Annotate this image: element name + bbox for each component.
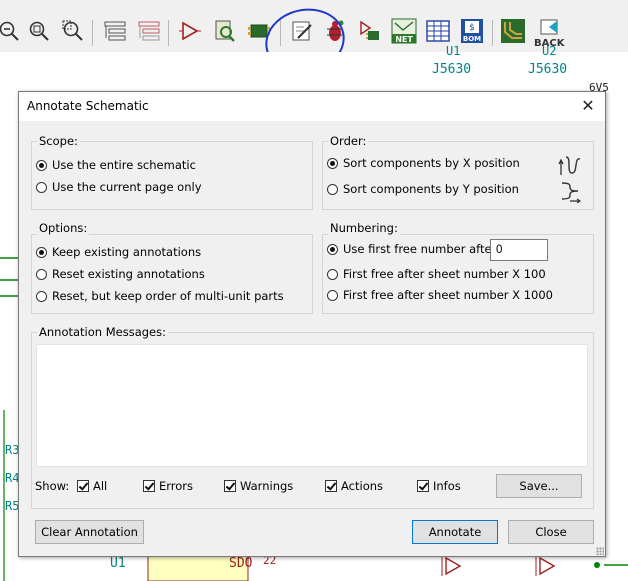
- checkbox-indicator: [77, 480, 89, 492]
- scope-current-page-label: Use the current page only: [52, 180, 202, 194]
- filter-warnings-label: Warnings: [240, 479, 294, 493]
- scope-entire-radio[interactable]: Use the entire schematic: [36, 158, 196, 172]
- filter-all-label: All: [93, 479, 108, 493]
- show-label: Show:: [35, 479, 70, 493]
- checkbox-indicator: [417, 480, 429, 492]
- checkbox-indicator: [224, 480, 236, 492]
- reset-keep-order-label: Reset, but keep order of multi-unit part…: [52, 289, 284, 303]
- start-number-input[interactable]: [490, 239, 548, 261]
- sort-by-x-label: Sort components by X position: [343, 156, 520, 170]
- messages-label: Annotation Messages:: [37, 325, 168, 339]
- annotate-dialog: Annotate Schematic ✕ Scope: Use the enti…: [18, 91, 606, 557]
- radio-indicator: [327, 157, 338, 169]
- filter-actions-label: Actions: [341, 479, 384, 493]
- sheet-x100-radio[interactable]: First free after sheet number X 100: [327, 267, 546, 281]
- filter-warnings-checkbox[interactable]: Warnings: [224, 479, 293, 493]
- order-label: Order:: [328, 134, 369, 148]
- ref-u1-bottom: U1: [110, 556, 126, 571]
- radio-indicator: [327, 268, 338, 280]
- sheet-x100-label: First free after sheet number X 100: [343, 267, 546, 281]
- clear-annotation-button[interactable]: Clear Annotation: [35, 520, 144, 544]
- sort-by-y-label: Sort components by Y position: [343, 182, 519, 196]
- radio-indicator: [36, 181, 47, 193]
- filter-errors-checkbox[interactable]: Errors: [143, 479, 193, 493]
- sort-by-y-radio[interactable]: Sort components by Y position: [327, 182, 519, 196]
- options-label: Options:: [37, 221, 90, 235]
- numbering-label: Numbering:: [328, 221, 400, 235]
- radio-indicator: [36, 246, 47, 258]
- first-free-number-label: Use first free number after:: [343, 242, 501, 256]
- keep-annotations-label: Keep existing annotations: [52, 245, 202, 259]
- reset-annotations-label: Reset existing annotations: [52, 267, 205, 281]
- scope-label: Scope:: [37, 134, 80, 148]
- radio-indicator: [327, 289, 338, 301]
- filter-infos-checkbox[interactable]: Infos: [417, 479, 461, 493]
- close-icon[interactable]: ✕: [577, 95, 599, 117]
- scope-entire-label: Use the entire schematic: [52, 158, 196, 172]
- radio-indicator: [36, 159, 47, 171]
- checkbox-indicator: [143, 480, 155, 492]
- order-group: [322, 141, 594, 210]
- reset-keep-order-radio[interactable]: Reset, but keep order of multi-unit part…: [36, 289, 284, 303]
- annotate-button[interactable]: Annotate: [412, 520, 498, 544]
- scope-current-page-radio[interactable]: Use the current page only: [36, 180, 202, 194]
- filter-actions-checkbox[interactable]: Actions: [325, 479, 383, 493]
- dialog-title: Annotate Schematic: [27, 99, 149, 113]
- close-button[interactable]: Close: [508, 520, 594, 544]
- sheet-x1000-radio[interactable]: First free after sheet number X 1000: [327, 288, 553, 302]
- radio-indicator: [36, 290, 47, 302]
- filter-infos-label: Infos: [433, 479, 461, 493]
- sheet-x1000-label: First free after sheet number X 1000: [343, 288, 553, 302]
- pin-sdo-label: SDO: [229, 556, 253, 571]
- messages-list[interactable]: [36, 344, 588, 467]
- filter-all-checkbox[interactable]: All: [77, 479, 107, 493]
- sort-by-x-radio[interactable]: Sort components by X position: [327, 156, 520, 170]
- checkbox-indicator: [325, 480, 337, 492]
- filter-errors-label: Errors: [159, 479, 194, 493]
- radio-indicator: [36, 268, 47, 280]
- keep-annotations-radio[interactable]: Keep existing annotations: [36, 245, 201, 259]
- save-messages-button[interactable]: Save...: [496, 474, 582, 498]
- first-free-number-radio[interactable]: Use first free number after:: [327, 242, 500, 256]
- scope-group: [31, 141, 313, 210]
- reset-annotations-radio[interactable]: Reset existing annotations: [36, 267, 205, 281]
- radio-indicator: [327, 183, 338, 195]
- sort-y-icon: [558, 179, 582, 207]
- radio-indicator: [327, 243, 338, 255]
- dialog-titlebar: Annotate Schematic ✕: [19, 92, 605, 121]
- sort-x-icon: [558, 153, 582, 181]
- resize-grip[interactable]: [596, 547, 604, 555]
